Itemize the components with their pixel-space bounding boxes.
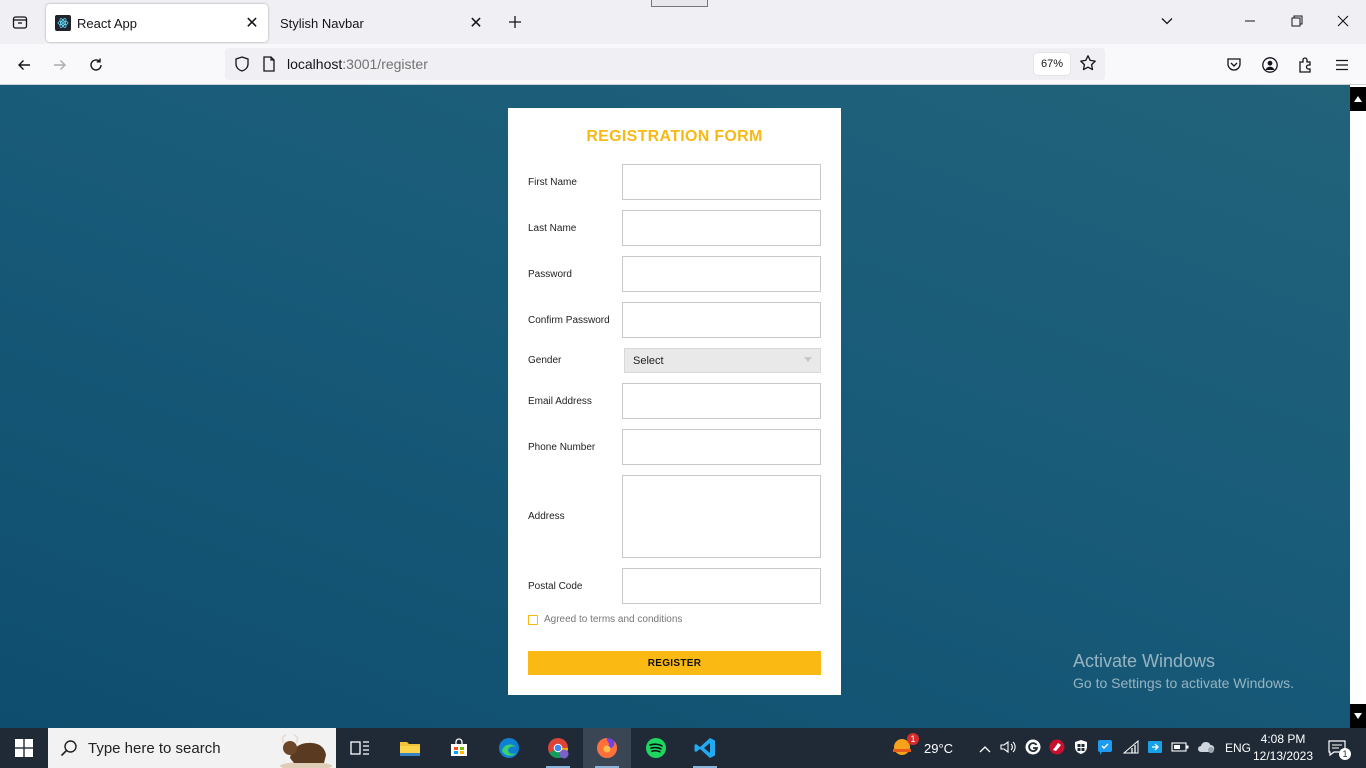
form-title: REGISTRATION FORM (586, 128, 763, 145)
gender-select[interactable]: Select (624, 348, 821, 373)
file-explorer-icon[interactable] (386, 728, 434, 768)
page-content: REGISTRATION FORM First Name Last Name P… (0, 85, 1350, 728)
close-tab-icon[interactable]: ✕ (464, 11, 488, 35)
url-text[interactable]: localhost:3001/register (287, 56, 428, 72)
chrome-browser-icon[interactable] (534, 728, 582, 768)
bluetooth-share-icon[interactable] (1147, 739, 1163, 758)
restore-icon[interactable] (1282, 6, 1312, 36)
page-info-icon[interactable] (261, 55, 277, 78)
chevron-down-icon[interactable] (1152, 6, 1182, 36)
chat-app-icon[interactable] (1097, 739, 1113, 758)
terms-label[interactable]: Agreed to terms and conditions (544, 614, 682, 625)
scroll-up-arrow-icon[interactable] (1350, 87, 1366, 111)
watermark-line-2: Go to Settings to activate Windows. (1073, 675, 1294, 691)
confirm-password-input[interactable] (622, 302, 821, 338)
close-tab-icon[interactable]: ✕ (240, 11, 264, 35)
clock-date: 12/13/2023 (1252, 749, 1314, 763)
tab-title: React App (77, 15, 137, 31)
weather-widget[interactable]: 1 29°C (890, 728, 953, 768)
windows-security-shield-icon[interactable] (1073, 739, 1089, 758)
list-all-tabs-icon[interactable] (8, 10, 32, 34)
navigation-toolbar: localhost:3001/register 67% (0, 44, 1366, 85)
address-bar[interactable]: localhost:3001/register 67% (225, 48, 1105, 80)
task-view-icon[interactable] (336, 728, 384, 768)
last-name-input[interactable] (622, 210, 821, 246)
search-placeholder: Type here to search (88, 740, 221, 757)
search-icon (60, 739, 78, 762)
tab-stylish-navbar[interactable]: Stylish Navbar ✕ (270, 4, 492, 42)
taskbar-clock[interactable]: 4:08 PM 12/13/2023 (1248, 731, 1318, 765)
clock-time: 4:08 PM (1260, 732, 1306, 746)
battery-icon[interactable] (1171, 741, 1189, 756)
url-host: localhost (287, 56, 343, 72)
close-window-icon[interactable] (1328, 6, 1358, 36)
vertical-scrollbar[interactable] (1350, 85, 1366, 728)
phone-label: Phone Number (528, 442, 596, 453)
account-icon[interactable] (1259, 54, 1281, 76)
postal-code-input[interactable] (622, 568, 821, 604)
forward-arrow-icon[interactable] (47, 52, 73, 78)
password-input[interactable] (622, 256, 821, 292)
last-name-label: Last Name (528, 223, 577, 234)
notification-count-badge: 1 (1339, 748, 1351, 760)
activate-windows-watermark: Activate Windows Go to Settings to activ… (1073, 651, 1294, 691)
first-name-input[interactable] (622, 164, 821, 200)
zoom-level-badge[interactable]: 67% (1034, 53, 1071, 75)
postal-code-label: Postal Code (528, 581, 583, 592)
tab-strip: React App ✕ Stylish Navbar ✕ (0, 0, 1366, 44)
window-drag-handle[interactable] (651, 0, 708, 7)
search-highlight-yak-icon (276, 728, 336, 768)
pocket-icon[interactable] (1223, 54, 1245, 76)
first-name-label: First Name (528, 177, 577, 188)
tracking-protection-shield-icon[interactable] (233, 55, 251, 78)
confirm-password-label: Confirm Password (528, 315, 610, 326)
email-input[interactable] (622, 383, 821, 419)
watermark-line-1: Activate Windows (1073, 651, 1216, 671)
weather-sun-icon: 1 (890, 733, 919, 761)
terms-checkbox[interactable] (528, 615, 538, 625)
extensions-icon[interactable] (1295, 54, 1317, 76)
windows-taskbar: Type here to search 1 29°C ENG 4:08 PM 1… (0, 728, 1366, 768)
phone-input[interactable] (622, 429, 821, 465)
new-tab-icon[interactable] (503, 10, 527, 34)
system-tray: ENG (976, 728, 1251, 768)
password-label: Password (528, 269, 572, 280)
tab-title: Stylish Navbar (280, 15, 364, 31)
firefox-browser-icon[interactable] (583, 728, 631, 768)
gender-selected-value: Select (633, 355, 664, 367)
wifi-icon[interactable] (1122, 739, 1139, 757)
react-logo-icon (55, 15, 71, 31)
cloud-weather-icon[interactable] (1197, 740, 1215, 757)
grammarly-icon[interactable] (1025, 739, 1041, 758)
show-hidden-icons-chevron-icon[interactable] (976, 741, 994, 756)
back-arrow-icon[interactable] (11, 52, 37, 78)
windows-start-icon[interactable] (0, 728, 48, 768)
chevron-down-icon (804, 357, 812, 362)
volume-icon[interactable] (1000, 740, 1016, 757)
url-path: :3001/register (342, 56, 428, 72)
address-textarea[interactable] (622, 475, 821, 558)
registration-form: REGISTRATION FORM First Name Last Name P… (508, 108, 841, 695)
register-button[interactable]: REGISTER (528, 651, 821, 675)
reload-icon[interactable] (83, 52, 109, 78)
notification-center-icon[interactable]: 1 (1322, 728, 1352, 768)
email-label: Email Address (528, 396, 592, 407)
microsoft-store-icon[interactable] (435, 728, 483, 768)
spotify-icon[interactable] (632, 728, 680, 768)
vscode-icon[interactable] (681, 728, 729, 768)
notification-bubble-icon: 1 (1327, 738, 1351, 760)
weather-alert-badge: 1 (907, 733, 919, 745)
scroll-down-arrow-icon[interactable] (1350, 704, 1366, 728)
menu-hamburger-icon[interactable] (1331, 54, 1353, 76)
tab-react-app[interactable]: React App ✕ (46, 4, 268, 42)
antivirus-icon[interactable] (1049, 739, 1065, 758)
gender-label: Gender (528, 355, 562, 366)
edge-browser-icon[interactable] (485, 728, 533, 768)
bookmark-star-icon[interactable] (1079, 54, 1097, 77)
minimize-icon[interactable] (1235, 6, 1265, 36)
weather-temperature: 29°C (924, 740, 954, 756)
taskbar-search-box[interactable]: Type here to search (48, 728, 336, 768)
address-label: Address (528, 511, 565, 522)
